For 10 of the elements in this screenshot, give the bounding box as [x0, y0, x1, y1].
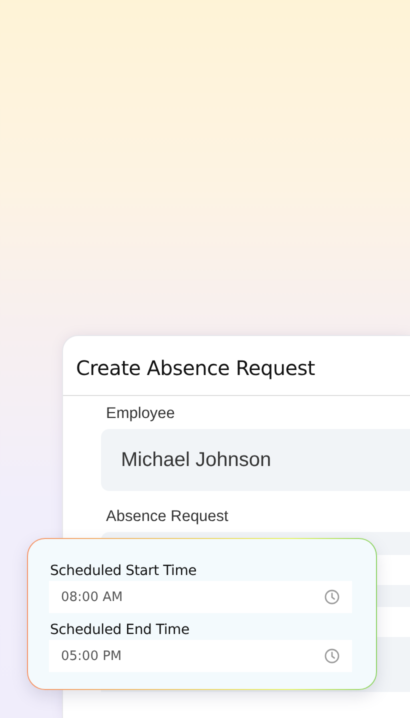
clock-icon: [324, 648, 340, 664]
input-field[interactable]: Michael Johnson: [101, 429, 410, 491]
field-label: Absence Request: [106, 508, 230, 526]
field-label: Scheduled Start Time: [50, 563, 198, 579]
clock-icon: [324, 589, 340, 605]
field-label: Employee: [106, 405, 176, 423]
dialog-title: Create Absence Request: [63, 336, 410, 396]
time-field[interactable]: 08:00 AM: [49, 581, 352, 613]
field-label: Scheduled End Time: [50, 622, 190, 638]
time-field[interactable]: 05:00 PM: [49, 640, 352, 672]
